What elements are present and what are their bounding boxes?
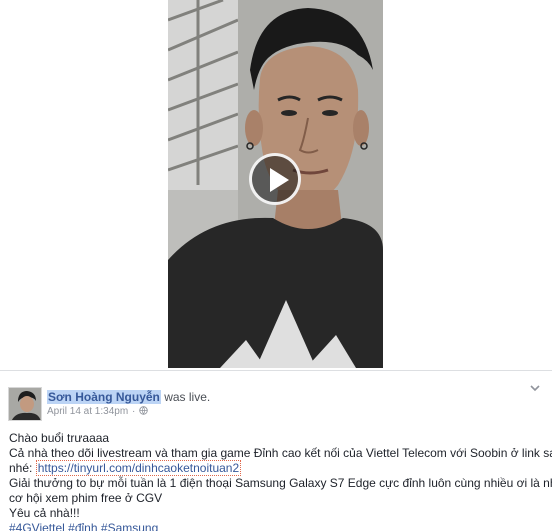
post-meta: April 14 at 1:34pm · (47, 405, 148, 418)
post-line: cơ hội xem phim free ở CGV (9, 491, 163, 505)
post-line: Chào buổi trưaaaa (9, 431, 110, 445)
play-icon (270, 168, 289, 192)
post-timestamp[interactable]: April 14 at 1:34pm (47, 406, 128, 417)
hashtag-list: #4GViettel #đỉnh #Samsung (9, 521, 545, 531)
post-line: Giải thưởng to bự mỗi tuần là 1 điện tho… (9, 476, 552, 490)
chevron-down-icon[interactable] (530, 383, 540, 393)
avatar-image (9, 388, 41, 420)
author-name[interactable]: Sơn Hoàng Nguyễn (47, 390, 161, 404)
post-card: Sơn Hoàng Nguyễn was live. April 14 at 1… (0, 370, 552, 531)
post-line-prefix: nhé: (9, 461, 33, 475)
post-header: Sơn Hoàng Nguyễn was live. (47, 390, 210, 404)
video-player[interactable] (0, 0, 552, 368)
hashtag-link[interactable]: #Samsung (101, 521, 158, 531)
avatar[interactable] (8, 387, 42, 421)
hashtag-link[interactable]: #4GViettel (9, 521, 65, 531)
post-line: Yêu cả nhà!!! (9, 506, 80, 520)
post-link[interactable]: https://tinyurl.com/dinhcaoketnoituan2 (35, 460, 242, 476)
meta-separator: · (131, 406, 136, 417)
post-line: nhé: https://tinyurl.com/dinhcaoketnoitu… (9, 460, 545, 476)
hashtag-link[interactable]: #đỉnh (68, 521, 97, 531)
post-action-text: was live. (164, 390, 211, 404)
post-body: Chào buổi trưaaaa Cả nhà theo dõi livest… (9, 431, 552, 531)
post-line: Cả nhà theo dõi livestream và tham gia g… (9, 446, 552, 460)
globe-icon[interactable] (139, 406, 148, 415)
play-button[interactable] (249, 153, 301, 205)
